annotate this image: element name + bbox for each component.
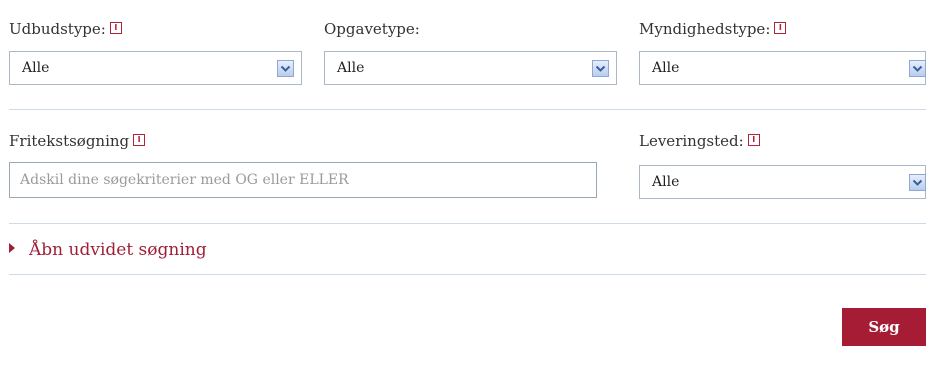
info-icon[interactable]: I: [774, 22, 787, 34]
opgavetype-select[interactable]: Alle: [324, 51, 617, 85]
advanced-search-label: Åbn udvidet søgning: [29, 240, 207, 260]
myndighedstype-selected-value: Alle: [652, 60, 680, 76]
udbudstype-select[interactable]: Alle: [9, 51, 302, 85]
info-icon[interactable]: I: [747, 134, 760, 146]
triangle-right-icon: [9, 243, 15, 253]
chevron-down-icon[interactable]: [592, 60, 609, 77]
myndighedstype-label: Myndighedstype: I: [639, 20, 787, 38]
chevron-down-icon[interactable]: [909, 60, 926, 77]
opgavetype-selected-value: Alle: [337, 60, 365, 76]
divider: [9, 109, 926, 110]
fritekst-input-box[interactable]: [9, 162, 597, 198]
advanced-search-toggle[interactable]: Åbn udvidet søgning: [9, 240, 207, 260]
opgavetype-label: Opgavetype:: [324, 20, 420, 38]
info-icon[interactable]: I: [133, 134, 146, 146]
chevron-down-icon[interactable]: [277, 60, 294, 77]
info-icon[interactable]: I: [109, 22, 122, 34]
divider: [9, 274, 926, 275]
chevron-down-icon[interactable]: [909, 174, 926, 191]
leveringsted-select[interactable]: Alle: [639, 165, 926, 199]
udbudstype-selected-value: Alle: [22, 60, 50, 76]
myndighedstype-select[interactable]: Alle: [639, 51, 926, 85]
search-button[interactable]: Søg: [842, 308, 926, 346]
leveringsted-label: Leveringsted: I: [639, 132, 760, 150]
fritekst-label: Fritekstsøgning I: [9, 132, 146, 150]
udbudstype-label: Udbudstype: I: [9, 20, 122, 38]
divider: [9, 223, 926, 224]
leveringsted-selected-value: Alle: [652, 174, 680, 190]
fritekst-input[interactable]: [10, 163, 596, 197]
